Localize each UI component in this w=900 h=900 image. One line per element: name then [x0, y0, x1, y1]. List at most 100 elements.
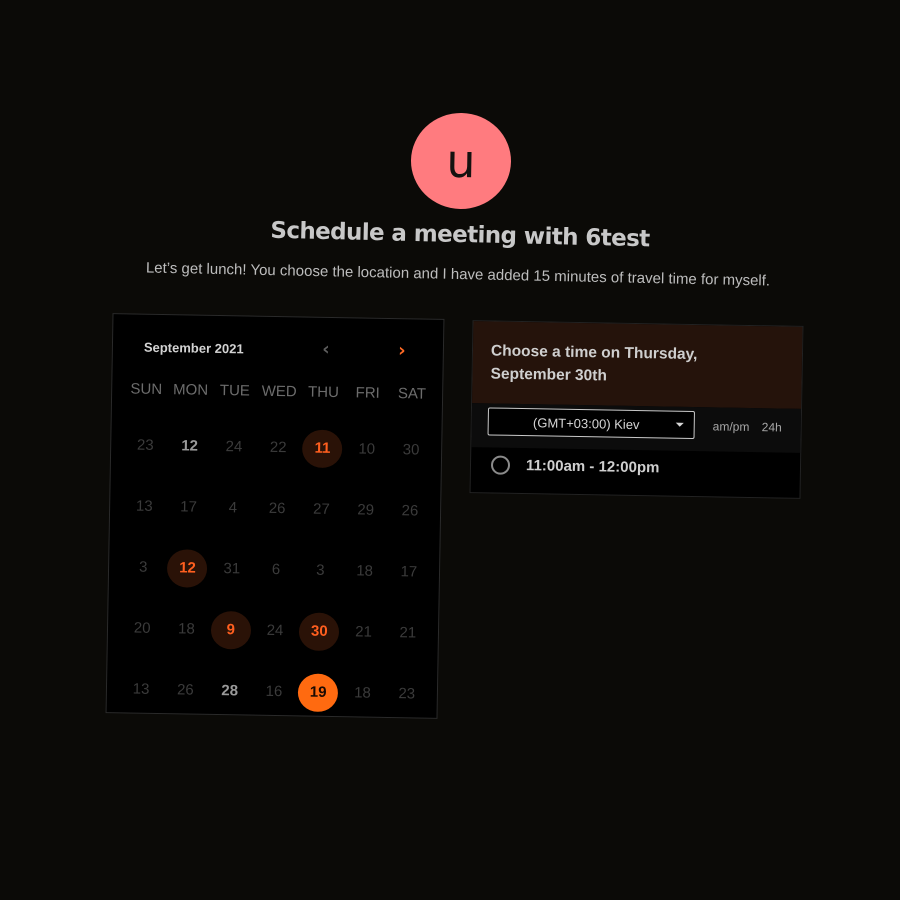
- day-cell: 26: [254, 478, 299, 540]
- day-cell: 17: [386, 541, 431, 603]
- date-picker: September 2021 ‹ › SUN MON TUE WED THU FRI SAT…: [105, 313, 445, 719]
- day-grid: 23 12 24 22 11 10 30 13 17 4 26 27 29 26 3 12 31 6 3 18 17 20…: [118, 414, 433, 724]
- day-cell: 4: [210, 477, 255, 539]
- day-number: 17: [400, 563, 418, 581]
- time-panel-title: Choose a time on Thursday, September 30t…: [490, 342, 698, 385]
- day-cell: 13: [122, 475, 167, 537]
- day-number: 16: [265, 682, 283, 701]
- timezone-value: (GMT+03:00) Kiev: [532, 414, 640, 432]
- host-avatar: u: [410, 112, 512, 210]
- day-number: 20: [133, 619, 151, 637]
- day-cell: 18: [164, 598, 209, 660]
- day-cell: 18: [342, 540, 387, 602]
- day-cell: 21: [341, 601, 386, 663]
- day-number: 30: [402, 441, 420, 459]
- day-number: 3: [138, 558, 148, 576]
- day-cell: 12: [167, 415, 212, 477]
- day-number: 29: [357, 501, 375, 519]
- day-number: 31: [223, 560, 241, 578]
- selected-day[interactable]: 19: [296, 661, 341, 723]
- caret-down-icon: [675, 422, 684, 427]
- page-title: Schedule a meeting with 6test: [270, 217, 650, 253]
- day-number: 24: [266, 621, 284, 640]
- day-number: 4: [228, 499, 238, 517]
- day-cell: 17: [166, 476, 211, 538]
- day-number: 21: [355, 623, 373, 641]
- day-number: 6: [271, 560, 281, 579]
- day-number: 23: [398, 685, 416, 703]
- day-number: 10: [358, 440, 376, 458]
- day-number: 12: [181, 437, 199, 455]
- time-slot[interactable]: 11:00am - 12:00pm: [490, 455, 660, 477]
- weekday-header: SUN MON TUE WED THU FRI SAT: [124, 380, 434, 402]
- day-cell: 10: [344, 418, 389, 480]
- time-panel-controls: (GMT+03:00) Kiev am/pm 24h: [471, 403, 802, 453]
- day-number: 18: [353, 684, 371, 702]
- day-number: 22: [269, 438, 287, 457]
- available-day[interactable]: 30: [297, 600, 342, 662]
- radio-icon[interactable]: [490, 455, 511, 475]
- available-day[interactable]: 9: [208, 599, 253, 661]
- day-cell: 23: [384, 663, 429, 725]
- day-number: 3: [316, 561, 325, 579]
- day-number: 9: [210, 610, 252, 650]
- day-number: 26: [268, 499, 286, 518]
- day-number: 26: [176, 681, 194, 699]
- day-cell: 24: [252, 600, 297, 662]
- available-day[interactable]: 12: [165, 537, 210, 599]
- weekday-label: WED: [261, 382, 297, 401]
- timezone-select[interactable]: (GMT+03:00) Kiev: [487, 407, 695, 440]
- day-cell: 16: [251, 661, 296, 723]
- day-number: 13: [135, 497, 153, 515]
- day-cell: 24: [211, 416, 256, 478]
- time-slot-label: 11:00am - 12:00pm: [525, 457, 660, 477]
- weekday-label: SUN: [130, 380, 163, 399]
- day-cell: 26: [163, 659, 208, 721]
- day-cell: 18: [340, 662, 385, 724]
- day-number: 18: [356, 562, 374, 580]
- day-number: 28: [221, 682, 239, 700]
- day-number: 11: [302, 428, 343, 468]
- day-cell: 27: [299, 478, 344, 540]
- day-cell: 20: [119, 597, 164, 659]
- day-number: 24: [225, 438, 243, 456]
- available-day[interactable]: 11: [300, 417, 345, 479]
- day-cell: 31: [209, 538, 254, 600]
- day-cell: 28: [207, 660, 252, 722]
- weekday-label: SAT: [397, 385, 427, 403]
- day-cell: 21: [385, 602, 430, 664]
- day-number: 12: [167, 548, 208, 588]
- chevron-right-icon[interactable]: ›: [392, 340, 412, 361]
- day-cell: 23: [123, 414, 168, 476]
- day-number: 17: [180, 498, 198, 516]
- time-slot-panel: Choose a time on Thursday, September 30t…: [469, 320, 804, 499]
- day-number: 19: [297, 672, 339, 712]
- time-panel-header: Choose a time on Thursday, September 30t…: [472, 321, 803, 409]
- day-cell: 30: [388, 419, 433, 481]
- weekday-label: THU: [307, 383, 339, 402]
- day-number: 18: [177, 620, 195, 638]
- day-number: 23: [136, 436, 154, 454]
- avatar-letter: u: [445, 133, 477, 189]
- day-number: 27: [312, 500, 330, 518]
- weekday-label: MON: [172, 381, 209, 399]
- page-description: Let’s get lunch! You choose the location…: [145, 259, 771, 290]
- weekday-label: FRI: [355, 384, 380, 402]
- day-number: 21: [399, 624, 417, 642]
- scheduling-page: u Schedule a meeting with 6test Let’s ge…: [0, 0, 900, 900]
- weekday-label: TUE: [219, 382, 251, 400]
- day-cell: 6: [253, 539, 298, 601]
- day-cell: 13: [118, 658, 163, 720]
- month-label: September 2021: [143, 339, 244, 357]
- day-cell: 3: [121, 536, 166, 598]
- day-number: 30: [298, 611, 340, 651]
- day-number: 26: [401, 502, 419, 520]
- day-cell: 29: [343, 479, 388, 541]
- day-cell: 22: [256, 417, 301, 479]
- chevron-left-icon[interactable]: ‹: [316, 339, 336, 360]
- day-cell: 26: [387, 480, 432, 542]
- day-cell: 3: [298, 539, 343, 601]
- format-ampm-toggle[interactable]: am/pm: [713, 419, 750, 434]
- format-24h-toggle[interactable]: 24h: [762, 420, 782, 434]
- day-number: 13: [132, 680, 150, 698]
